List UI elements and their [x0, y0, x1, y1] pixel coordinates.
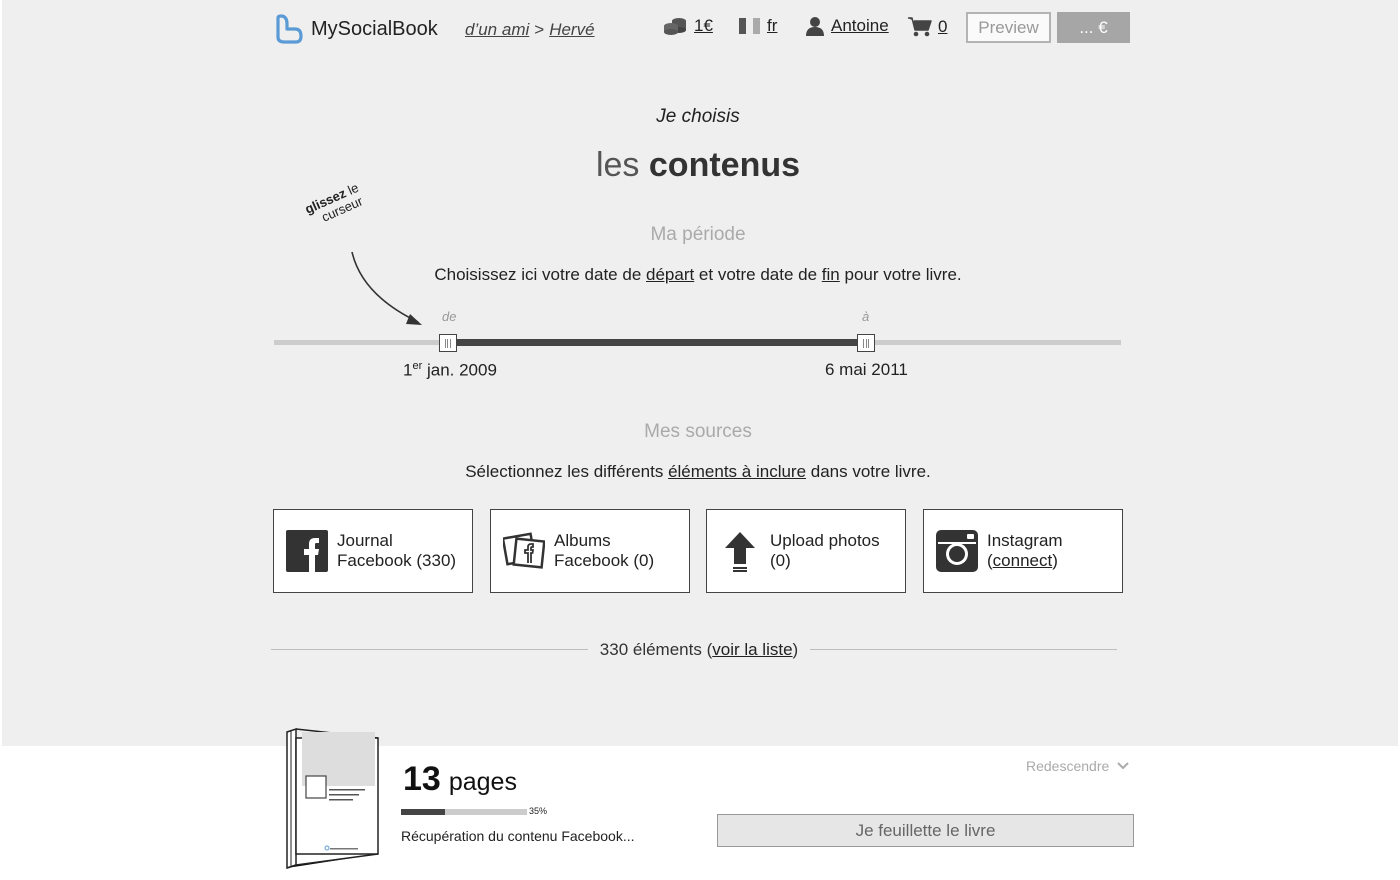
breadcrumb-item-herve[interactable]: Hervé — [549, 20, 594, 39]
card-journal-line1: Journal — [337, 531, 393, 550]
collapse-toggle[interactable]: Redescendre — [1026, 758, 1129, 774]
facebook-icon — [286, 530, 328, 572]
heart-logo-icon — [276, 14, 303, 44]
page-count-number: 13 — [403, 760, 441, 798]
logo-text: MySocialBook — [311, 17, 438, 40]
upload-arrow-icon — [725, 532, 755, 572]
logo[interactable]: MySocialBook — [270, 12, 438, 46]
instagram-icon — [936, 530, 978, 572]
chevron-down-icon — [1117, 762, 1129, 770]
divider-left — [271, 649, 589, 650]
source-card-instagram[interactable]: Instagram (connect) — [923, 509, 1123, 593]
card-upload-line1: Upload photos — [770, 531, 880, 550]
language-selector[interactable]: fr — [739, 16, 777, 36]
credits-label: 1€ — [694, 16, 713, 35]
divider-right — [810, 649, 1117, 650]
page-count: 13 pages — [403, 760, 517, 799]
count-text: 330 éléments ( — [599, 640, 713, 659]
card-albums-line1: Albums — [554, 531, 611, 550]
page-title-bold: contenus — [648, 146, 801, 184]
flag-icon — [739, 18, 760, 34]
source-card-upload-photos[interactable]: Upload photos (0) — [706, 509, 906, 593]
period-instructions: Choisissez ici votre date de départ et v… — [0, 265, 1396, 285]
page-count-label: pages — [448, 768, 517, 796]
sources-heading: Mes sources — [644, 421, 752, 442]
start-date-label: 1er jan. 2009 — [403, 360, 497, 381]
curved-arrow-icon — [351, 251, 422, 325]
period-text-2: et votre date de — [694, 265, 822, 284]
collapse-label: Redescendre — [1026, 758, 1110, 774]
breadcrumb: d’un ami > Hervé — [465, 20, 595, 40]
facebook-album-icon — [503, 532, 545, 569]
book-preview-icon — [286, 727, 379, 870]
elements-count: 330 éléments (voir la liste) — [588, 640, 810, 660]
card-albums-line2: Facebook (0) — [554, 551, 655, 570]
period-text-3: pour votre livre. — [839, 265, 962, 284]
credits-link[interactable]: 1€ — [663, 16, 713, 36]
bottom-bar — [0, 746, 1400, 880]
source-card-facebook-journal[interactable]: Journal Facebook (330) — [273, 509, 473, 593]
user-name: Antoine — [831, 16, 889, 35]
user-icon — [806, 17, 824, 36]
coins-icon — [664, 18, 686, 35]
card-upload-line2: (0) — [770, 551, 791, 570]
sources-text-1: Sélectionnez les différents — [465, 462, 669, 481]
user-menu[interactable]: Antoine — [805, 16, 889, 36]
card-instagram-paren-close: ) — [1052, 551, 1058, 570]
end-date-handle[interactable] — [857, 334, 876, 352]
page-kicker: Je choisis — [656, 106, 740, 127]
browse-book-button[interactable]: Je feuillette le livre — [717, 814, 1134, 847]
breadcrumb-item-friend[interactable]: d’un ami — [465, 20, 529, 39]
start-date-handle[interactable] — [438, 334, 457, 352]
page-title-light: les — [595, 146, 640, 184]
from-label: de — [442, 309, 457, 324]
order-price-button[interactable]: ... € — [1057, 12, 1130, 43]
source-card-facebook-albums[interactable]: Albums Facebook (0) — [490, 509, 690, 593]
card-journal-line2: Facebook (330) — [337, 551, 457, 570]
cart-count: 0 — [938, 17, 948, 36]
elements-link[interactable]: éléments à inclure — [668, 462, 806, 481]
end-date-label: 6 mai 2011 — [825, 360, 908, 379]
page-title: les contenus — [0, 146, 1396, 185]
end-date-link[interactable]: fin — [822, 265, 840, 284]
loading-progress-bar — [401, 809, 527, 815]
start-date-rest: jan. 2009 — [422, 360, 497, 380]
count-text-close: ) — [792, 640, 799, 659]
period-text-1: Choisissez ici votre date de — [434, 265, 646, 284]
cart-link[interactable]: 0 — [908, 16, 947, 38]
progress-percent: 35% — [529, 806, 548, 816]
breadcrumb-separator: > — [534, 20, 545, 39]
preview-button[interactable]: Preview — [966, 12, 1051, 43]
loading-progress-fill — [401, 809, 446, 815]
instagram-connect-link[interactable]: connect — [993, 551, 1053, 570]
language-label: fr — [767, 16, 778, 35]
sources-instructions: Sélectionnez les différents éléments à i… — [0, 462, 1396, 482]
to-label: à — [862, 309, 870, 324]
period-slider-range — [447, 339, 867, 346]
period-heading: Ma période — [650, 224, 746, 245]
start-date-sup: er — [412, 360, 423, 372]
start-date-link[interactable]: départ — [646, 265, 694, 284]
sources-text-2: dans votre livre. — [806, 462, 931, 481]
card-instagram-line1: Instagram — [987, 531, 1063, 550]
view-list-link[interactable]: voir la liste — [712, 640, 792, 659]
card-instagram-line2: (connect) — [987, 551, 1063, 571]
loading-status: Récupération du contenu Facebook... — [401, 828, 635, 844]
cart-icon — [908, 17, 932, 37]
